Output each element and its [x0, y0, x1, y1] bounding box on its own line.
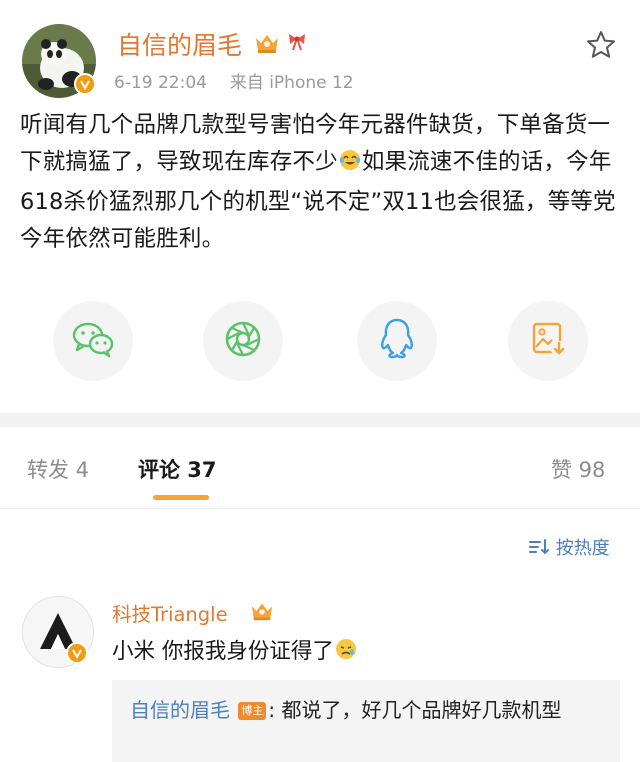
- tab-comments[interactable]: 评论 37: [138, 454, 217, 484]
- save-image-icon: [528, 319, 568, 363]
- moments-icon: [223, 319, 263, 363]
- section-divider: [0, 413, 640, 427]
- post-time: 6-19 22:04: [114, 73, 207, 93]
- comment-text: 小米 你报我身份证得了: [112, 634, 358, 667]
- tab-divider: [0, 508, 640, 509]
- verified-icon: [74, 73, 96, 95]
- reply-content: 自信的眉毛 博主: 都说了，好几个品牌好几款机型: [130, 692, 600, 729]
- crown-badge-icon: [254, 32, 280, 58]
- bow-badge-icon: [286, 30, 308, 56]
- share-moments-button[interactable]: [203, 301, 283, 381]
- sad-emoji-icon: [334, 637, 358, 667]
- author-tag: 博主: [238, 702, 267, 720]
- comment-crown-badge-icon: [250, 600, 274, 626]
- save-image-button[interactable]: [508, 301, 588, 381]
- post-username[interactable]: 自信的眉毛: [117, 26, 242, 62]
- share-qq-button[interactable]: [357, 301, 437, 381]
- laugh-cry-emoji-icon: [338, 147, 362, 184]
- tab-likes[interactable]: 赞 98: [551, 454, 605, 484]
- comment-verified-icon: [66, 642, 88, 664]
- comment-body: 小米 你报我身份证得了: [112, 639, 334, 664]
- reply-username[interactable]: 自信的眉毛: [130, 698, 230, 722]
- sort-label: 按热度: [555, 538, 610, 559]
- post-text: 听闻有几个品牌几款型号害怕今年元器件缺货，下单备货一下就搞猛了，导致现在库存不少…: [20, 107, 620, 258]
- wechat-icon: [70, 319, 116, 363]
- favorite-star-icon[interactable]: [585, 29, 617, 65]
- sort-icon: [528, 538, 550, 561]
- active-tab-indicator: [153, 495, 209, 500]
- tab-reposts[interactable]: 转发 4: [27, 454, 89, 484]
- share-wechat-button[interactable]: [53, 301, 133, 381]
- post-meta: 6-19 22:04 来自 iPhone 12: [114, 68, 354, 93]
- reply-body: : 都说了，好几个品牌好几款机型: [268, 698, 562, 722]
- post-source: 来自 iPhone 12: [229, 73, 354, 93]
- qq-icon: [378, 317, 416, 365]
- sort-by-hot-button[interactable]: 按热度: [528, 534, 610, 561]
- comment-username[interactable]: 科技Triangle: [112, 598, 228, 627]
